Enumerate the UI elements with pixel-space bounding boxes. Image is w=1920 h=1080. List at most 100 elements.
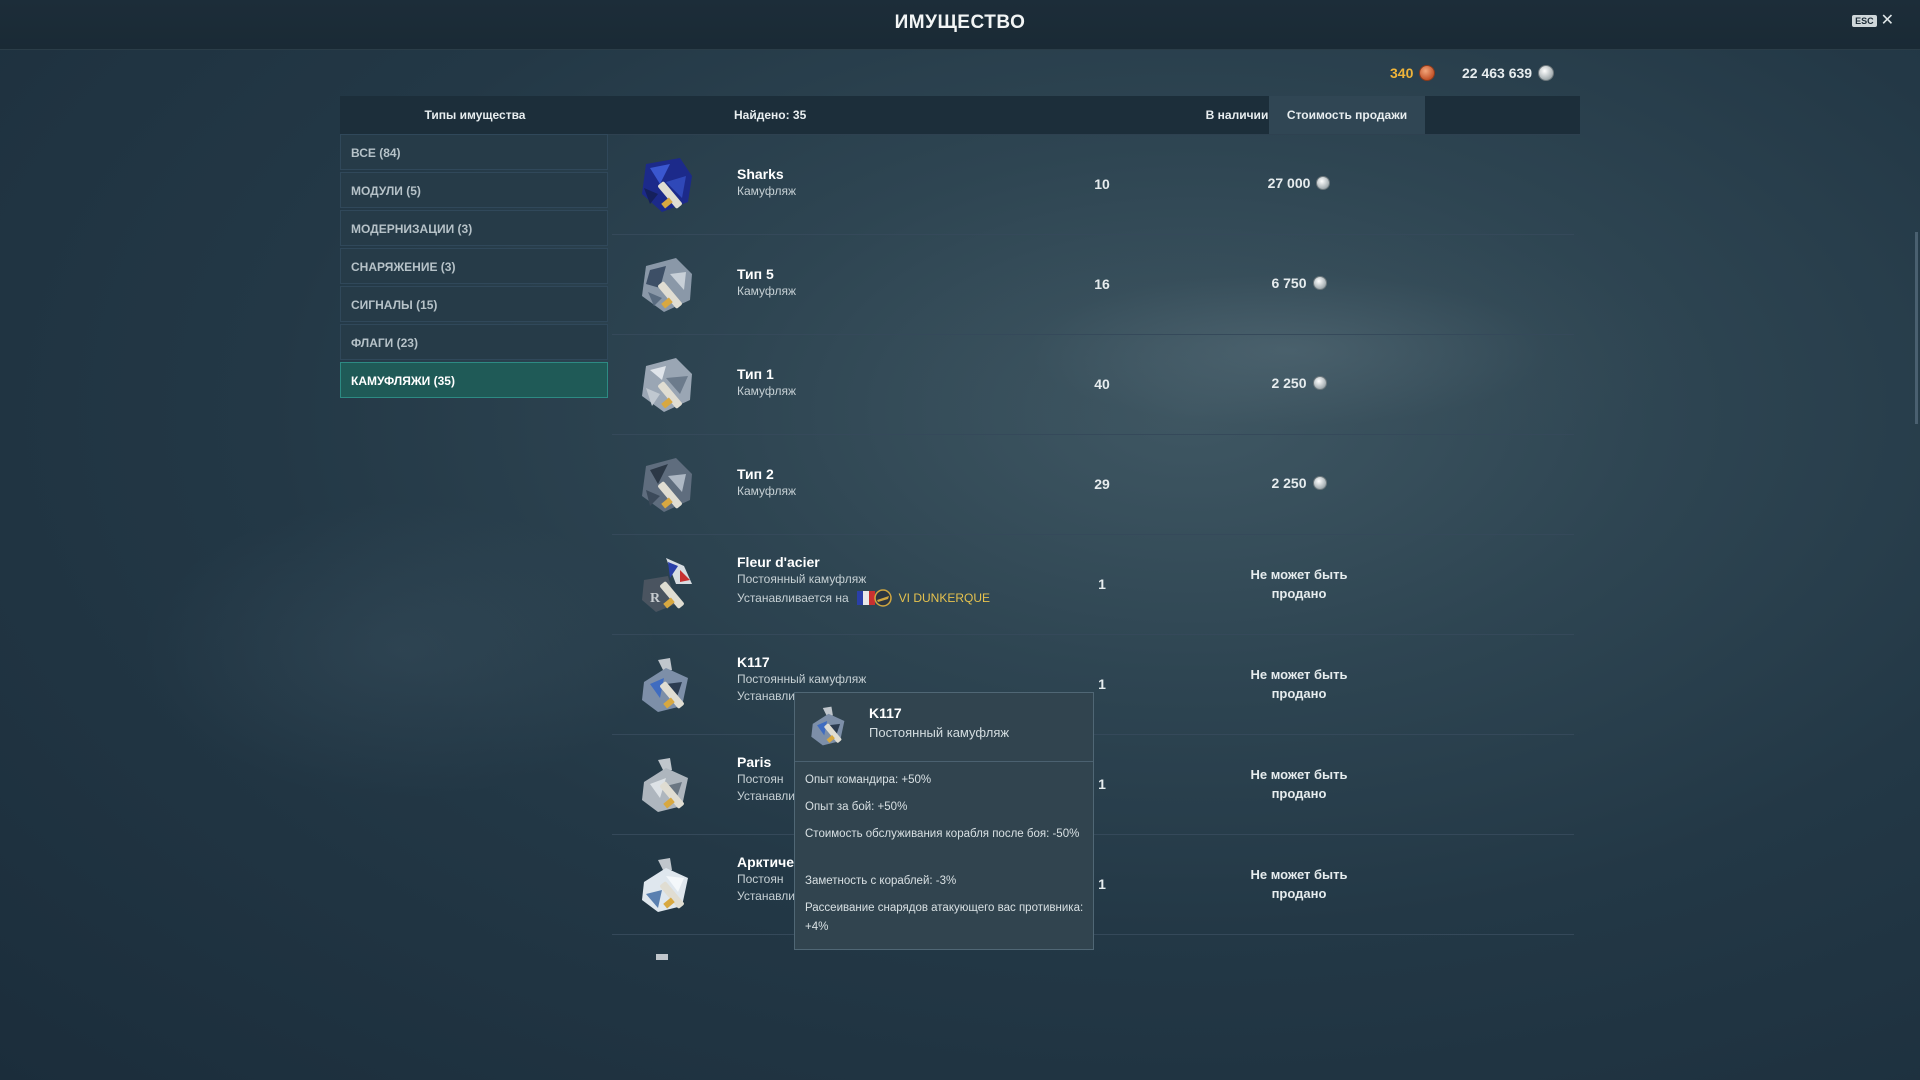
installed-on: Устанавливается на VI DUNKERQUE [737, 589, 990, 607]
credit-icon [1538, 65, 1555, 81]
tooltip-bonus: Опыт за бой: +50% [805, 801, 908, 813]
list-item[interactable]: Тип 2 Камуфляж 29 2 250 [612, 434, 1574, 535]
item-type: Камуфляж [737, 184, 797, 198]
item-name: K117 [737, 654, 770, 670]
camouflage-sharks-icon [642, 158, 692, 212]
item-name: Тип 1 [737, 366, 774, 382]
list-item[interactable]: Тип 1 Камуфляж 40 2 250 [612, 334, 1574, 435]
sidebar-item-flags[interactable]: ФЛАГИ (23) [340, 324, 608, 360]
item-name: Тип 5 [737, 266, 774, 282]
item-type: Постоянный камуфляж [737, 672, 867, 686]
list-item[interactable]: Тип 5 Камуфляж 16 6 750 [612, 234, 1574, 335]
not-sellable-text: Не может быть продано [1221, 565, 1377, 603]
camouflage-k117-icon [811, 706, 845, 746]
item-name: Sharks [737, 166, 784, 182]
credit-icon [1312, 276, 1327, 290]
installed-label: Устанавливается на [737, 591, 849, 605]
item-price: 2 250 [1221, 475, 1377, 491]
close-button[interactable]: ESC ✕ [1852, 13, 1894, 29]
item-name: Paris [737, 754, 772, 770]
tooltip-bonus: Заметность с кораблей: -3% [805, 875, 957, 887]
installed-label: Устанавли [737, 689, 795, 703]
doubloon-icon [1419, 65, 1436, 81]
camouflage-type5-icon [642, 258, 692, 312]
tooltip-bonus: Стоимость обслуживания корабля после боя… [805, 828, 1080, 840]
item-tooltip: K117 Постоянный камуфляж Опыт командира:… [794, 692, 1094, 950]
not-sellable-line1: Не может быть [1250, 567, 1348, 582]
credit-icon [1312, 376, 1327, 390]
camouflage-paris-icon [642, 758, 688, 812]
camouflage-k117-icon [642, 658, 688, 712]
list-item[interactable]: Sharks Камуфляж 10 27 000 [612, 134, 1574, 235]
doubloons-value: 340 [1390, 65, 1414, 81]
close-icon[interactable]: ✕ [1881, 13, 1894, 29]
sidebar-item-all[interactable]: ВСЕ (84) [340, 134, 608, 170]
installed-on: Устанавли [737, 889, 795, 903]
credits-balance: 22 463 639 [1462, 65, 1555, 81]
tooltip-subtitle: Постоянный камуфляж [869, 725, 1010, 740]
item-type: Камуфляж [737, 284, 797, 298]
camouflage-type1-icon [642, 358, 692, 412]
not-sellable-line2: продано [1271, 786, 1327, 801]
item-price-value: 27 000 [1267, 175, 1311, 191]
item-price-value: 2 250 [1271, 375, 1307, 391]
item-quantity: 1 [1098, 676, 1106, 692]
item-type: Камуфляж [737, 484, 797, 498]
header-types: Типы имущества [424, 108, 526, 122]
tooltip-bonus: Рассеивание снарядов атакующего вас прот… [805, 902, 1084, 933]
doubloons-balance: 340 [1390, 65, 1436, 81]
item-quantity: 1 [1098, 576, 1106, 592]
item-type: Постоян [737, 772, 784, 786]
tooltip-title: K117 [869, 705, 902, 721]
sidebar-item-signals[interactable]: СИГНАЛЫ (15) [340, 286, 608, 322]
item-price: 2 250 [1221, 375, 1377, 391]
table-header: Типы имущества Найдено: 35 В наличии Сто… [340, 96, 1580, 135]
category-sidebar: ВСЕ (84) МОДУЛИ (5) МОДЕРНИЗАЦИИ (3) СНА… [340, 134, 608, 400]
camouflage-type2-icon [642, 458, 692, 512]
scrollbar[interactable] [1915, 232, 1918, 424]
not-sellable-line2: продано [1271, 586, 1327, 601]
top-bar: ИМУЩЕСТВО ESC ✕ [0, 0, 1920, 50]
item-price: 6 750 [1221, 275, 1377, 291]
not-sellable-line1: Не может быть [1250, 667, 1348, 682]
sidebar-item-camouflages[interactable]: КАМУФЛЯЖИ (35) [340, 362, 608, 398]
ship-name[interactable]: VI DUNKERQUE [899, 591, 990, 605]
camouflage-fleur-icon: R [642, 558, 692, 612]
credits-value: 22 463 639 [1462, 65, 1533, 81]
ship-link[interactable]: VI DUNKERQUE [856, 589, 990, 607]
item-type: Камуфляж [737, 384, 797, 398]
not-sellable-text: Не может быть продано [1221, 865, 1377, 903]
item-price-value: 2 250 [1271, 475, 1307, 491]
item-name: Арктиче [737, 854, 795, 870]
item-name: Тип 2 [737, 466, 774, 482]
ship-flag-icon [856, 589, 892, 607]
tooltip-bonus: Опыт командира: +50% [805, 774, 932, 786]
not-sellable-line1: Не может быть [1250, 767, 1348, 782]
item-quantity: 10 [1094, 176, 1110, 192]
item-quantity: 29 [1094, 476, 1110, 492]
installed-on: Устанавли [737, 689, 795, 703]
camouflage-arctic-icon [642, 858, 688, 912]
svg-text:R: R [650, 591, 661, 606]
item-price: 27 000 [1221, 175, 1377, 191]
sort-sale-price[interactable]: Стоимость продажи [1269, 96, 1425, 134]
not-sellable-line1: Не может быть [1250, 867, 1348, 882]
installed-label: Устанавли [737, 789, 795, 803]
not-sellable-text: Не может быть продано [1221, 665, 1377, 703]
header-found: Найдено: 35 [734, 108, 807, 122]
not-sellable-line2: продано [1271, 886, 1327, 901]
item-quantity: 40 [1094, 376, 1110, 392]
not-sellable-line2: продано [1271, 686, 1327, 701]
item-quantity: 16 [1094, 276, 1110, 292]
sidebar-item-consumables[interactable]: СНАРЯЖЕНИЕ (3) [340, 248, 608, 284]
sidebar-item-upgrades[interactable]: МОДЕРНИЗАЦИИ (3) [340, 210, 608, 246]
camouflage-partial-icon [656, 954, 668, 960]
window-title: ИМУЩЕСТВО [894, 12, 1026, 33]
installed-label: Устанавли [737, 889, 795, 903]
sidebar-item-modules[interactable]: МОДУЛИ (5) [340, 172, 608, 208]
list-item[interactable]: R Fleur d'acier Постоянный камуфляж Уста… [612, 534, 1574, 635]
installed-on: Устанавли [737, 789, 795, 803]
item-price-value: 6 750 [1271, 275, 1307, 291]
item-type: Постоянный камуфляж [737, 572, 867, 586]
credit-icon [1312, 476, 1327, 490]
